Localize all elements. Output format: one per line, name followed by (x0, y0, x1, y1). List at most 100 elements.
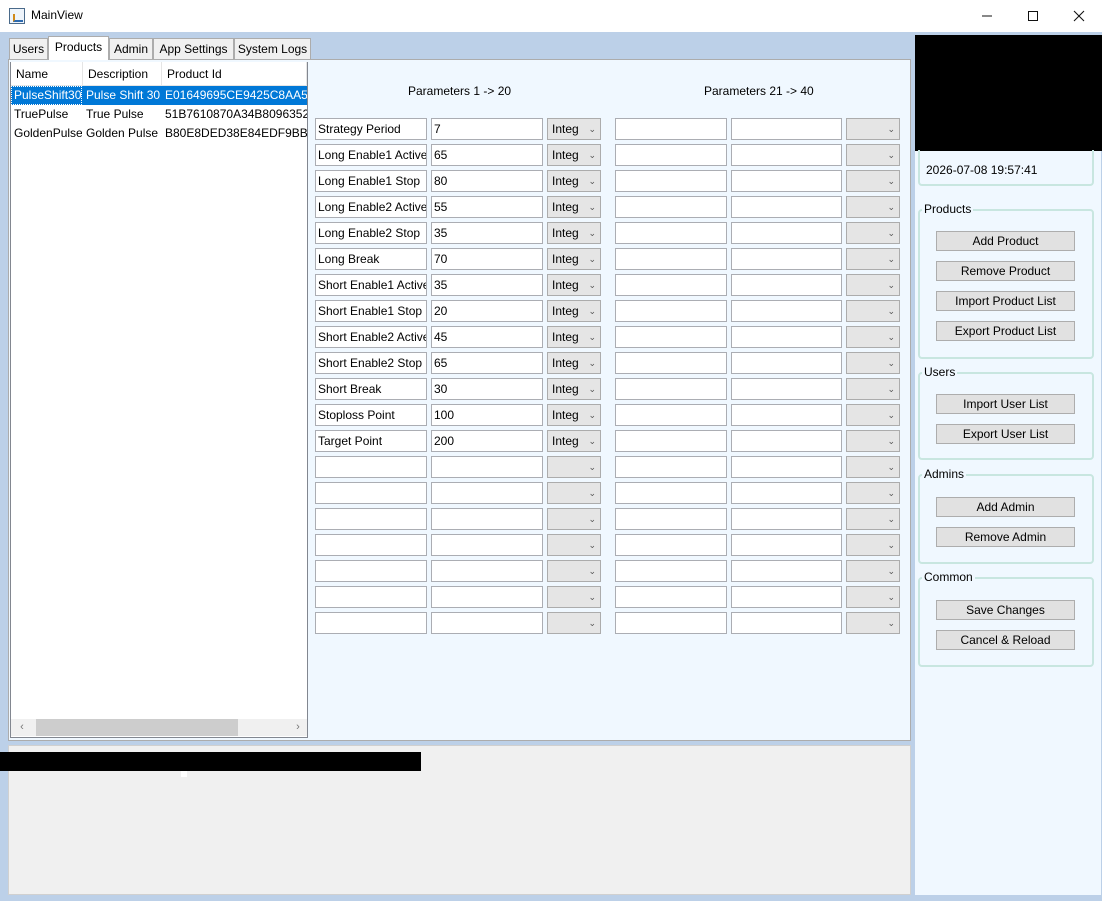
param-name-field[interactable] (315, 456, 427, 478)
param-name-field[interactable] (315, 612, 427, 634)
add-admin-button[interactable]: Add Admin (936, 497, 1075, 517)
param-name-field[interactable] (615, 170, 727, 192)
param-value-field[interactable] (731, 612, 842, 634)
param-type-select[interactable]: ⌄ (846, 482, 900, 504)
param-value-field[interactable]: 65 (431, 352, 543, 374)
param-value-field[interactable] (731, 326, 842, 348)
param-type-select[interactable]: ⌄ (846, 222, 900, 244)
param-type-select[interactable]: Integ ⌄ (547, 248, 601, 270)
param-type-select[interactable]: ⌄ (547, 560, 601, 582)
param-type-select[interactable]: Integ ⌄ (547, 274, 601, 296)
param-name-field[interactable] (615, 508, 727, 530)
param-type-select[interactable]: ⌄ (846, 248, 900, 270)
param-value-field[interactable] (731, 508, 842, 530)
param-value-field[interactable]: 200 (431, 430, 543, 452)
param-value-field[interactable]: 35 (431, 222, 543, 244)
param-type-select[interactable]: ⌄ (846, 118, 900, 140)
param-name-field[interactable]: Short Break (315, 378, 427, 400)
param-value-field[interactable]: 7 (431, 118, 543, 140)
param-type-select[interactable]: ⌄ (547, 456, 601, 478)
param-type-select[interactable]: Integ ⌄ (547, 430, 601, 452)
add-product-button[interactable]: Add Product (936, 231, 1075, 251)
param-type-select[interactable]: ⌄ (547, 482, 601, 504)
param-name-field[interactable] (615, 586, 727, 608)
param-value-field[interactable] (731, 118, 842, 140)
param-type-select[interactable]: ⌄ (547, 508, 601, 530)
param-value-field[interactable] (431, 560, 543, 582)
export-product-list-button[interactable]: Export Product List (936, 321, 1075, 341)
param-type-select[interactable]: Integ ⌄ (547, 326, 601, 348)
param-type-select[interactable]: ⌄ (846, 404, 900, 426)
product-list[interactable] (10, 62, 308, 738)
param-name-field[interactable]: Long Enable2 Active (315, 196, 427, 218)
param-type-select[interactable]: Integ ⌄ (547, 196, 601, 218)
param-name-field[interactable]: Long Enable2 Stop (315, 222, 427, 244)
param-type-select[interactable]: ⌄ (846, 170, 900, 192)
param-value-field[interactable] (731, 560, 842, 582)
param-name-field[interactable] (315, 534, 427, 556)
param-type-select[interactable]: ⌄ (846, 586, 900, 608)
param-name-field[interactable]: Target Point (315, 430, 427, 452)
param-value-field[interactable] (431, 534, 543, 556)
param-name-field[interactable]: Stoploss Point (315, 404, 427, 426)
param-type-select[interactable]: ⌄ (846, 196, 900, 218)
param-value-field[interactable] (731, 222, 842, 244)
param-value-field[interactable]: 30 (431, 378, 543, 400)
param-value-field[interactable]: 45 (431, 326, 543, 348)
param-value-field[interactable] (731, 430, 842, 452)
tab-admin[interactable]: Admin (109, 38, 153, 59)
param-type-select[interactable]: ⌄ (846, 352, 900, 374)
import-product-list-button[interactable]: Import Product List (936, 291, 1075, 311)
param-name-field[interactable] (315, 508, 427, 530)
remove-product-button[interactable]: Remove Product (936, 261, 1075, 281)
param-value-field[interactable] (731, 378, 842, 400)
param-name-field[interactable]: Long Enable1 Active (315, 144, 427, 166)
param-name-field[interactable] (615, 196, 727, 218)
param-name-field[interactable] (315, 586, 427, 608)
param-type-select[interactable]: Integ ⌄ (547, 144, 601, 166)
param-name-field[interactable] (615, 222, 727, 244)
param-name-field[interactable]: Short Enable1 Stop (315, 300, 427, 322)
param-name-field[interactable] (315, 560, 427, 582)
param-name-field[interactable]: Long Break (315, 248, 427, 270)
tab-users[interactable]: Users (9, 38, 48, 59)
param-type-select[interactable]: Integ ⌄ (547, 404, 601, 426)
tab-products[interactable]: Products (48, 36, 109, 60)
param-value-field[interactable] (731, 144, 842, 166)
param-name-field[interactable] (615, 326, 727, 348)
param-value-field[interactable] (731, 586, 842, 608)
param-type-select[interactable]: ⌄ (846, 560, 900, 582)
table-row[interactable]: GoldenPulse Golden Pulse B80E8DED38E84ED… (11, 124, 307, 143)
param-name-field[interactable]: Long Enable1 Stop (315, 170, 427, 192)
scrollbar-thumb[interactable] (36, 719, 238, 736)
param-name-field[interactable] (615, 612, 727, 634)
param-type-select[interactable]: ⌄ (846, 612, 900, 634)
table-row[interactable]: TruePulse True Pulse 51B7610870A34B80963… (11, 105, 307, 124)
minimize-button[interactable] (964, 0, 1010, 32)
param-type-select[interactable]: Integ ⌄ (547, 170, 601, 192)
param-name-field[interactable] (615, 482, 727, 504)
param-value-field[interactable] (731, 170, 842, 192)
column-header-description[interactable]: Description (83, 62, 162, 86)
param-type-select[interactable]: Integ ⌄ (547, 222, 601, 244)
param-name-field[interactable]: Short Enable2 Stop (315, 352, 427, 374)
param-value-field[interactable] (731, 196, 842, 218)
param-value-field[interactable]: 20 (431, 300, 543, 322)
param-value-field[interactable]: 100 (431, 404, 543, 426)
param-name-field[interactable] (615, 300, 727, 322)
param-type-select[interactable]: ⌄ (846, 456, 900, 478)
param-value-field[interactable] (731, 456, 842, 478)
param-name-field[interactable] (615, 144, 727, 166)
param-value-field[interactable] (431, 586, 543, 608)
param-type-select[interactable]: ⌄ (846, 430, 900, 452)
param-name-field[interactable] (615, 248, 727, 270)
param-name-field[interactable] (615, 378, 727, 400)
param-name-field[interactable] (615, 352, 727, 374)
param-type-select[interactable]: ⌄ (846, 378, 900, 400)
param-value-field[interactable] (731, 404, 842, 426)
param-value-field[interactable] (731, 482, 842, 504)
param-value-field[interactable] (731, 248, 842, 270)
tab-system-logs[interactable]: System Logs (234, 38, 311, 59)
param-value-field[interactable]: 80 (431, 170, 543, 192)
scroll-left-icon[interactable]: ‹ (12, 719, 32, 736)
